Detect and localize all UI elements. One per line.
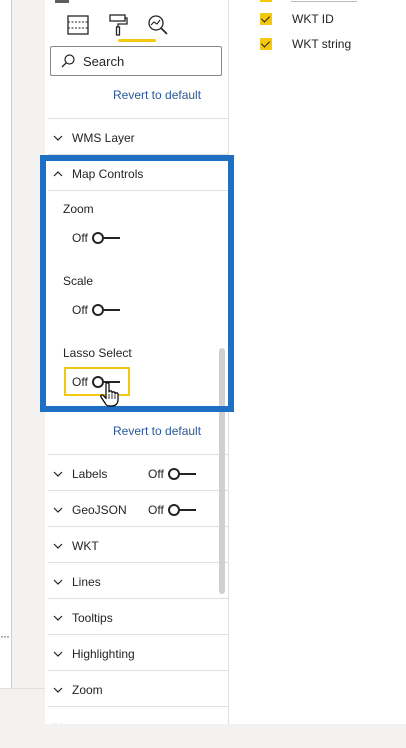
fields-icon[interactable] xyxy=(64,12,92,38)
section-geojson[interactable]: GeoJSON xyxy=(53,500,127,520)
hand-pointer-cursor-icon xyxy=(100,382,119,407)
toggle-state: Off xyxy=(148,467,164,481)
divider xyxy=(48,562,228,563)
revert-to-default-link[interactable]: Revert to default xyxy=(113,88,201,102)
field-item-wkt-string[interactable]: WKT string xyxy=(260,37,351,51)
zoom-label: Zoom xyxy=(63,202,94,216)
section-label: Zoom xyxy=(72,683,103,697)
pane-scrollbar[interactable] xyxy=(219,348,225,594)
field-label-partial xyxy=(291,0,357,2)
divider xyxy=(48,190,228,191)
divider xyxy=(48,490,228,491)
analytics-magnifier-icon[interactable] xyxy=(144,12,172,38)
search-icon xyxy=(61,54,75,68)
toggle-switch[interactable] xyxy=(167,504,196,516)
pane-top-stub xyxy=(55,0,69,3)
chevron-down-icon xyxy=(53,507,63,513)
toggle-state: Off xyxy=(72,303,88,317)
more-options-icon[interactable]: ··· xyxy=(0,630,12,642)
section-label: Highlighting xyxy=(72,647,135,661)
lasso-select-label: Lasso Select xyxy=(63,346,132,360)
format-search-box[interactable] xyxy=(50,46,222,76)
chevron-down-icon xyxy=(53,687,63,693)
toggle-state: Off xyxy=(148,503,164,517)
toggle-switch[interactable] xyxy=(91,304,120,316)
section-label: Map Controls xyxy=(72,167,144,181)
revert-to-default-link[interactable]: Revert to default xyxy=(113,424,201,438)
scale-toggle[interactable]: Off xyxy=(72,303,120,317)
format-paint-roller-icon[interactable] xyxy=(104,12,132,38)
section-lines[interactable]: Lines xyxy=(53,572,101,592)
divider xyxy=(48,706,228,707)
section-wms-layer[interactable]: WMS Layer xyxy=(53,128,135,148)
section-label: Labels xyxy=(72,467,108,481)
divider xyxy=(48,154,228,155)
visual-tool-tabs xyxy=(64,12,174,42)
toggle-switch[interactable] xyxy=(91,232,120,244)
divider xyxy=(48,526,228,527)
format-pane: Revert to default WMS Layer Map Controls… xyxy=(45,0,228,724)
field-label: WKT string xyxy=(292,37,352,51)
chevron-down-icon xyxy=(53,579,63,585)
active-tab-indicator xyxy=(118,39,156,42)
divider xyxy=(48,634,228,635)
section-partial-next[interactable] xyxy=(53,716,72,724)
divider xyxy=(48,118,228,119)
field-label: WKT ID xyxy=(292,12,334,26)
chevron-down-icon xyxy=(53,615,63,621)
checkbox[interactable] xyxy=(260,13,272,25)
checkbox[interactable] xyxy=(260,38,272,50)
divider xyxy=(48,454,228,455)
section-tooltips[interactable]: Tooltips xyxy=(53,608,113,628)
section-highlighting[interactable]: Highlighting xyxy=(53,644,135,664)
chevron-up-icon xyxy=(53,171,63,177)
chevron-down-icon xyxy=(53,471,63,477)
section-labels[interactable]: Labels xyxy=(53,464,107,484)
section-label: Tooltips xyxy=(72,611,113,625)
geojson-toggle[interactable]: Off xyxy=(148,503,196,517)
divider xyxy=(48,598,228,599)
section-label: WKT xyxy=(72,539,99,553)
fields-pane: WKT ID WKT string xyxy=(228,0,406,724)
pane-gutter xyxy=(12,0,45,700)
field-checkbox-partial[interactable] xyxy=(260,0,272,2)
section-zoom[interactable]: Zoom xyxy=(53,680,103,700)
toggle-state: Off xyxy=(72,231,88,245)
zoom-toggle[interactable]: Off xyxy=(72,231,120,245)
chevron-down-icon xyxy=(53,543,63,549)
section-map-controls[interactable]: Map Controls xyxy=(53,164,143,184)
section-wkt[interactable]: WKT xyxy=(53,536,99,556)
divider xyxy=(48,670,228,671)
labels-toggle[interactable]: Off xyxy=(148,467,196,481)
section-label: Lines xyxy=(72,575,101,589)
scale-label: Scale xyxy=(63,274,94,288)
chevron-down-icon xyxy=(54,723,62,724)
toggle-state: Off xyxy=(72,375,88,389)
field-item-wkt-id[interactable]: WKT ID xyxy=(260,12,334,26)
chevron-down-icon xyxy=(53,135,63,141)
section-label: WMS Layer xyxy=(72,131,135,145)
section-label: GeoJSON xyxy=(72,503,127,517)
chevron-down-icon xyxy=(53,651,63,657)
search-input[interactable] xyxy=(83,53,203,69)
toggle-switch[interactable] xyxy=(167,468,196,480)
report-canvas-edge xyxy=(0,0,12,688)
